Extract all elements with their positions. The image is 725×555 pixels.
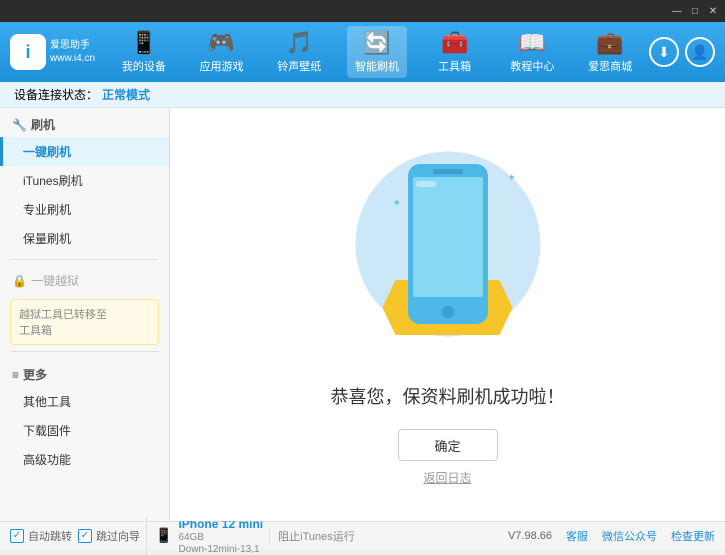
- ringtones-icon: 🎵: [286, 30, 313, 56]
- sidebar-item-pro-flash[interactable]: 专业刷机: [0, 195, 169, 224]
- version-label: V7.98.66: [508, 530, 552, 542]
- main-area: 🔧 刷机 一键刷机 iTunes刷机 专业刷机 保量刷机 🔒 一键越狱 越狱工具…: [0, 108, 725, 521]
- cancel-link[interactable]: 返回日志: [423, 469, 471, 486]
- nav-shop[interactable]: 💼 爱思商城: [580, 26, 640, 78]
- more-section-icon: ≡: [12, 368, 19, 382]
- sidebar-item-advanced[interactable]: 高级功能: [0, 445, 169, 474]
- device-status-value: 正常模式: [102, 86, 150, 103]
- sidebar-divider-1: [10, 259, 159, 260]
- status-right: V7.98.66 客服 微信公众号 检查更新: [508, 528, 715, 544]
- sidebar-section-flash: 🔧 刷机: [0, 108, 169, 137]
- wechat-official-link[interactable]: 微信公众号: [602, 528, 657, 544]
- minimize-button[interactable]: —: [669, 3, 685, 19]
- nav-my-device[interactable]: 📱 我的设备: [114, 26, 174, 78]
- auto-redirect-checkmark: [10, 529, 24, 543]
- auto-redirect-checkbox[interactable]: 自动跳转: [10, 528, 72, 544]
- check-update-link[interactable]: 检查更新: [671, 528, 715, 544]
- nav-toolbox[interactable]: 🧰 工具箱: [425, 26, 485, 78]
- user-button[interactable]: 👤: [685, 37, 715, 67]
- download-button[interactable]: ⬇: [649, 37, 679, 67]
- confirm-button[interactable]: 确定: [398, 429, 498, 461]
- nav-items: 📱 我的设备 🎮 应用游戏 🎵 铃声壁纸 🔄 智能刷机 🧰 工具箱 📖 教程中心…: [105, 26, 649, 78]
- nav-right: ⬇ 👤: [649, 37, 715, 67]
- logo: i 爱思助手 www.i4.cn: [10, 34, 95, 70]
- toolbox-icon: 🧰: [441, 30, 468, 56]
- sidebar-section-more: ≡ 更多: [0, 358, 169, 387]
- sidebar-jailbreak-notice: 越狱工具已转移至工具箱: [10, 299, 159, 345]
- sidebar-item-one-click-flash[interactable]: 一键刷机: [0, 137, 169, 166]
- skip-wizard-checkbox[interactable]: 跳过向导: [78, 528, 140, 544]
- tutorials-icon: 📖: [519, 30, 546, 56]
- sidebar-divider-2: [10, 351, 159, 352]
- sidebar-item-download-firmware[interactable]: 下载固件: [0, 416, 169, 445]
- sidebar-item-itunes-flash[interactable]: iTunes刷机: [0, 166, 169, 195]
- apps-games-icon: 🎮: [208, 30, 235, 56]
- nav-tutorials[interactable]: 📖 教程中心: [502, 26, 562, 78]
- maximize-button[interactable]: □: [687, 3, 703, 19]
- my-device-icon: 📱: [130, 30, 157, 56]
- sidebar-section-jailbreak: 🔒 一键越狱: [0, 266, 169, 293]
- title-bar: — □ ✕: [0, 0, 725, 22]
- close-button[interactable]: ✕: [705, 3, 721, 19]
- sidebar: 🔧 刷机 一键刷机 iTunes刷机 专业刷机 保量刷机 🔒 一键越狱 越狱工具…: [0, 108, 170, 521]
- logo-text: 爱思助手 www.i4.cn: [50, 39, 95, 65]
- status-bar: 自动跳转 跳过向导 📱 iPhone 12 mini 64GB Down-12m…: [0, 521, 725, 549]
- sidebar-item-other-tools[interactable]: 其他工具: [0, 387, 169, 416]
- device-info-block: 📱 iPhone 12 mini 64GB Down-12mini-13,1: [146, 517, 263, 555]
- content-area: ✦ ✦ ✦ NEW 恭喜您，保资料刷机成功啦！ 确: [170, 108, 725, 521]
- sparkle-3: ✦: [508, 173, 516, 184]
- smart-store-icon: 🔄: [363, 30, 390, 56]
- nav-apps-games[interactable]: 🎮 应用游戏: [192, 26, 252, 78]
- shop-icon: 💼: [596, 30, 623, 56]
- device-status-label: 设备连接状态：: [14, 86, 98, 103]
- device-info: iPhone 12 mini 64GB Down-12mini-13,1: [178, 517, 263, 555]
- device-icon: 📱: [155, 527, 172, 544]
- success-message: 恭喜您，保资料刷机成功啦！: [331, 383, 565, 409]
- nav-bar: i 爱思助手 www.i4.cn 📱 我的设备 🎮 应用游戏 🎵 铃声壁纸 🔄 …: [0, 22, 725, 82]
- flash-section-icon: 🔧: [12, 118, 27, 132]
- nav-ringtones[interactable]: 🎵 铃声壁纸: [269, 26, 329, 78]
- illustration: ✦ ✦ ✦ NEW: [338, 143, 558, 363]
- lock-icon: 🔒: [12, 274, 27, 288]
- customer-service-link[interactable]: 客服: [566, 528, 588, 544]
- sidebar-item-save-data-flash[interactable]: 保量刷机: [0, 224, 169, 253]
- logo-icon: i: [10, 34, 46, 70]
- phone-illustration: [398, 159, 498, 329]
- skip-wizard-checkmark: [78, 529, 92, 543]
- itunes-running-label: 阻止iTunes运行: [269, 528, 355, 544]
- nav-smart-store[interactable]: 🔄 智能刷机: [347, 26, 407, 78]
- status-left: 自动跳转 跳过向导 📱 iPhone 12 mini 64GB Down-12m…: [10, 517, 500, 555]
